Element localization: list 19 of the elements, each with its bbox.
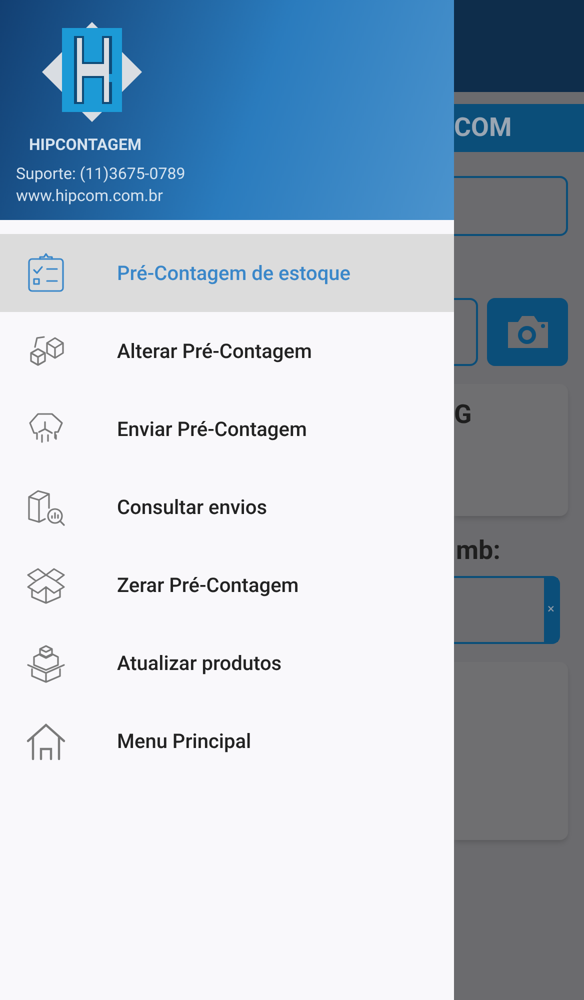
box-search-icon [26, 487, 66, 527]
menu-item[interactable]: Alterar Pré-Contagem [0, 312, 454, 390]
clipboard-icon [26, 253, 66, 293]
menu-item[interactable]: Enviar Pré-Contagem [0, 390, 454, 468]
card-text: G [454, 400, 472, 430]
screen-title: COM [454, 112, 512, 144]
house-icon [26, 721, 66, 761]
menu-item[interactable]: Consultar envios [0, 468, 454, 546]
stacked-boxes-icon [26, 643, 66, 683]
menu-item[interactable]: Zerar Pré-Contagem [0, 546, 454, 624]
logo-icon [40, 20, 144, 124]
website-link[interactable]: www.hipcom.com.br [16, 184, 163, 208]
menu-item[interactable]: Menu Principal [0, 702, 454, 780]
support-phone: Suporte: (11)3675-0789 [16, 163, 186, 185]
menu-item[interactable]: Atualizar produtos [0, 624, 454, 702]
open-box-icon [26, 565, 66, 605]
camera-button[interactable] [487, 298, 568, 366]
brand-name: HIPCONTAGEM [29, 134, 142, 156]
field-label: mb: [456, 535, 500, 568]
